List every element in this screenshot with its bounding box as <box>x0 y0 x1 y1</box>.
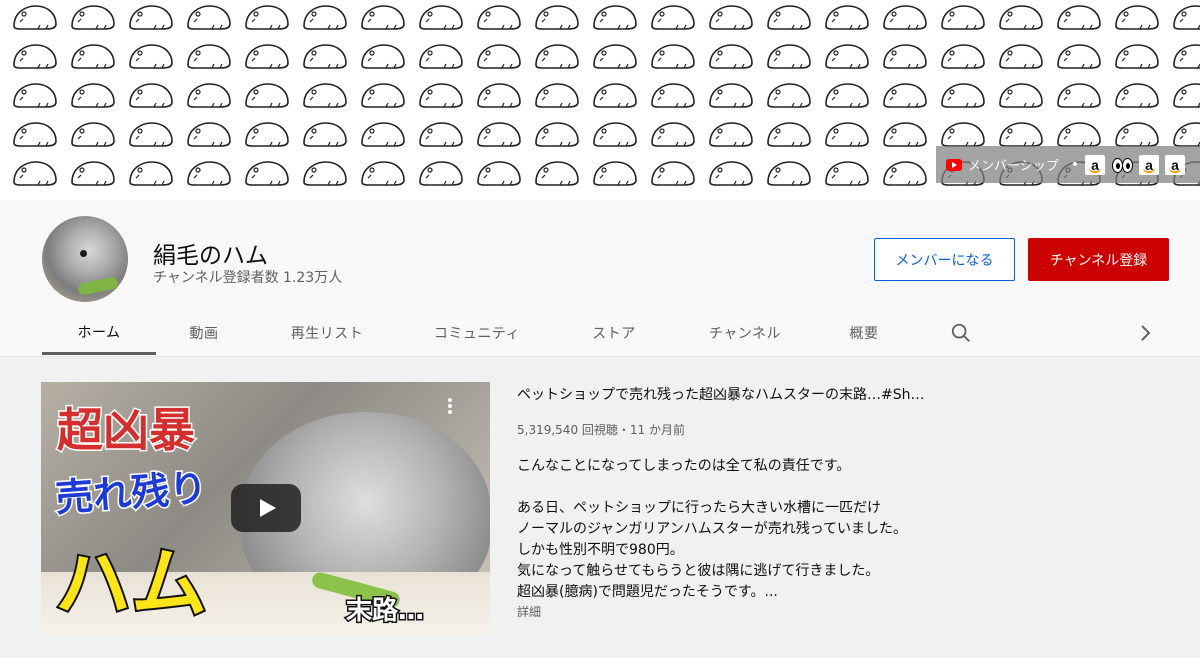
description-line: 超凶暴(臆病)で問題児だったそうです。... <box>517 584 778 600</box>
youtube-icon[interactable] <box>946 158 962 171</box>
tab-playlists[interactable]: 再生リスト <box>272 312 382 354</box>
tab-videos[interactable]: 動画 <box>172 312 236 354</box>
read-more-link[interactable]: 詳細 <box>517 603 541 620</box>
tab-store[interactable]: ストア <box>577 312 651 354</box>
banner-links: メンバーシップ • a a a <box>936 146 1200 183</box>
amazon-icon[interactable]: a <box>1085 154 1106 175</box>
channel-banner: メンバーシップ • a a a <box>0 0 1200 200</box>
tab-channels[interactable]: チャンネル <box>690 312 800 354</box>
subscriber-count: チャンネル登録者数 1.23万人 <box>153 270 343 286</box>
search-icon[interactable] <box>950 322 972 344</box>
video-description: こんなことになってしまったのは全て私の責任です。 ある日、ペットショップに行った… <box>517 456 907 603</box>
subscribe-button[interactable]: チャンネル登録 <box>1028 238 1169 281</box>
tab-community[interactable]: コミュニティ <box>417 312 537 354</box>
separator-dot: • <box>1070 156 1080 173</box>
channel-avatar[interactable] <box>42 216 128 302</box>
video-meta: 5,319,540 回視聴・11 か月前 <box>517 423 685 437</box>
avatar-leaf <box>77 275 119 297</box>
description-line: しかも性別不明で980円。 <box>517 542 684 558</box>
thumbnail-caption: ハム <box>53 537 209 630</box>
video-thumbnail[interactable]: 超凶暴 売れ残り ハム 末路… <box>41 382 490 635</box>
play-button[interactable] <box>231 484 301 532</box>
thumbnail-caption: 売れ残り <box>52 464 210 521</box>
avatar-hamster-eye <box>80 250 87 257</box>
description-line: ノーマルのジャンガリアンハムスターが売れ残っていました。 <box>517 521 908 537</box>
featured-video-section: 超凶暴 売れ残り ハム 末路… ペットショップで売れ残った超凶暴なハムスターの末… <box>0 357 1200 658</box>
chevron-right-icon[interactable] <box>1136 322 1156 344</box>
video-title[interactable]: ペットショップで売れ残った超凶暴なハムスターの末路…#Sh… <box>517 384 947 404</box>
membership-link[interactable]: メンバーシップ <box>968 155 1059 174</box>
thumbnail-caption: 超凶暴 <box>56 402 197 459</box>
tab-about[interactable]: 概要 <box>832 312 896 354</box>
join-membership-button[interactable]: メンバーになる <box>874 238 1015 281</box>
channel-name: 絹毛のハム <box>153 243 268 269</box>
description-line: 気になって触らせてもらうと彼は隅に逃げて行きました。 <box>517 563 880 579</box>
tab-home[interactable]: ホーム <box>42 312 156 355</box>
eyes-icon[interactable] <box>1111 155 1134 175</box>
channel-header: 絹毛のハム チャンネル登録者数 1.23万人 メンバーになる チャンネル登録 ホ… <box>0 200 1200 357</box>
thumbnail-caption: 末路… <box>344 595 425 628</box>
more-options-icon[interactable] <box>446 398 454 418</box>
amazon-icon[interactable]: a <box>1165 154 1186 175</box>
description-line: ある日、ペットショップに行ったら大きい水槽に一匹だけ <box>517 500 881 516</box>
channel-tabs: ホーム 動画 再生リスト コミュニティ ストア チャンネル 概要 <box>42 312 1200 356</box>
description-line: こんなことになってしまったのは全て私の責任です。 <box>517 458 851 474</box>
description-line <box>517 477 907 498</box>
amazon-icon[interactable]: a <box>1139 154 1160 175</box>
